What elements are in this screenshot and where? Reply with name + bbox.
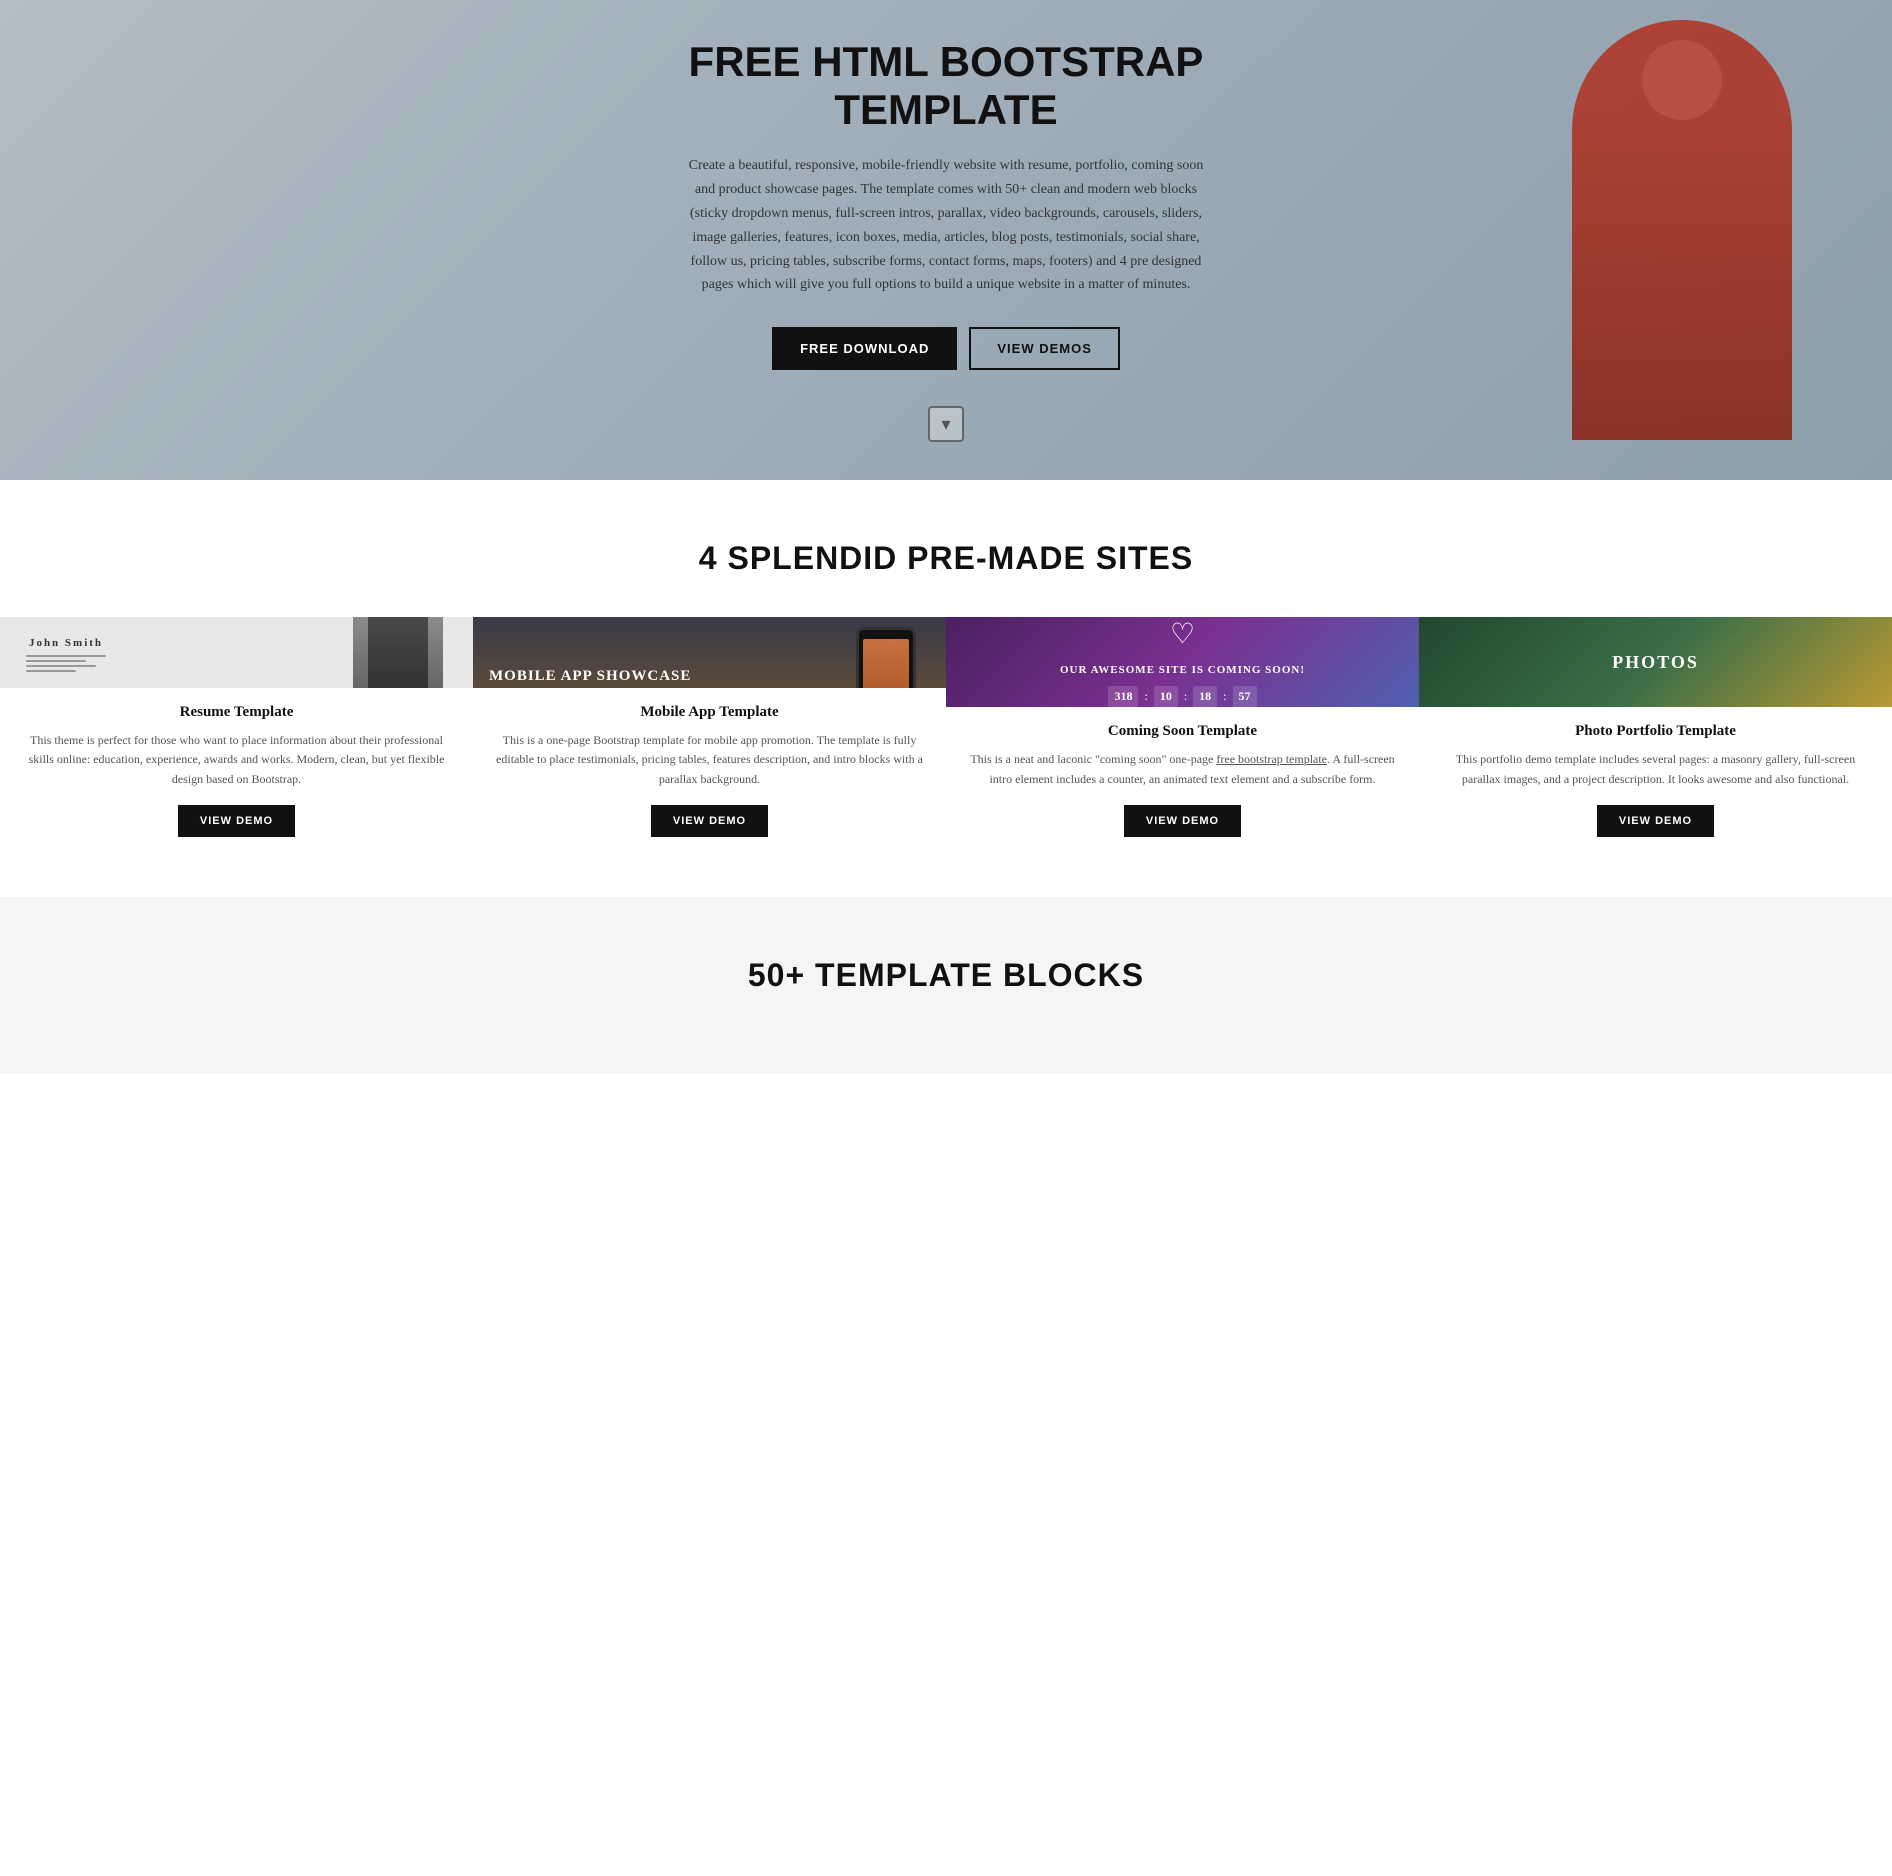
hero-section: FREE HTML BOOTSTRAP TEMPLATE Create a be… (0, 0, 1892, 480)
counter-days: 318 (1108, 686, 1138, 707)
resume-lines (26, 655, 106, 672)
resume-thumb-text: John Smith (16, 637, 106, 672)
resume-name-label: John Smith (26, 637, 106, 649)
blocks-section: 50+ TEMPLATE BLOCKS (0, 897, 1892, 1074)
counter-sep-1: : (1144, 689, 1147, 704)
hero-description: Create a beautiful, responsive, mobile-f… (686, 154, 1206, 297)
resume-view-demo-button[interactable]: VIEW DEMO (178, 805, 295, 837)
mobile-thumb: MOBILE APP SHOWCASE (473, 617, 946, 688)
resume-silhouette (368, 617, 428, 688)
mobile-app-card: MOBILE APP SHOWCASE Mobile App Template … (473, 617, 946, 857)
cards-grid: John Smith Resume Template This theme is… (0, 617, 1892, 857)
photo-card-desc: This portfolio demo template includes se… (1419, 750, 1892, 788)
coming-counter: 318 : 10 : 18 : 57 (1108, 686, 1256, 707)
hero-content: FREE HTML BOOTSTRAP TEMPLATE Create a be… (666, 38, 1226, 442)
photo-card-name: Photo Portfolio Template (1559, 723, 1752, 740)
resume-card-name: Resume Template (164, 704, 310, 721)
free-download-button[interactable]: FREE DOWNLOAD (772, 327, 957, 370)
resume-photo (353, 617, 443, 688)
scroll-down-button[interactable] (928, 406, 964, 442)
counter-secs: 57 (1233, 686, 1257, 707)
resume-line-3 (26, 665, 96, 667)
photo-view-demo-button[interactable]: VIEW DEMO (1597, 805, 1714, 837)
resume-card-desc: This theme is perfect for those who want… (0, 731, 473, 789)
blocks-section-title: 50+ TEMPLATE BLOCKS (0, 957, 1892, 994)
photo-portfolio-card: PHOTOS Photo Portfolio Template This por… (1419, 617, 1892, 857)
coming-card-name: Coming Soon Template (1092, 723, 1273, 740)
coming-soon-card: ♡ OUR AWESOME SITE IS COMING SOON! 318 :… (946, 617, 1419, 857)
mobile-view-demo-button[interactable]: VIEW DEMO (651, 805, 768, 837)
coming-link[interactable]: free bootstrap template (1216, 752, 1327, 766)
photo-thumb: PHOTOS (1419, 617, 1892, 707)
premade-section: 4 SPLENDID PRE-MADE SITES John Smith (0, 480, 1892, 897)
counter-sep-2: : (1184, 689, 1187, 704)
mobile-phone-screen (863, 639, 909, 688)
hero-figure (1572, 20, 1792, 440)
mobile-card-desc: This is a one-page Bootstrap template fo… (473, 731, 946, 789)
mobile-thumb-title: MOBILE APP SHOWCASE (489, 667, 691, 687)
photo-label: PHOTOS (1612, 652, 1699, 673)
coming-thumb-text: OUR AWESOME SITE IS COMING SOON! (1060, 663, 1305, 678)
hero-buttons: FREE DOWNLOAD VIEW DEMOS (686, 327, 1206, 370)
resume-thumb: John Smith (0, 617, 473, 688)
resume-line-2 (26, 660, 86, 662)
resume-card: John Smith Resume Template This theme is… (0, 617, 473, 857)
hero-title: FREE HTML BOOTSTRAP TEMPLATE (686, 38, 1206, 135)
view-demos-button[interactable]: VIEW DEMOS (969, 327, 1120, 370)
coming-thumb: ♡ OUR AWESOME SITE IS COMING SOON! 318 :… (946, 617, 1419, 707)
resume-line-1 (26, 655, 106, 657)
resume-line-4 (26, 670, 76, 672)
counter-mins: 18 (1193, 686, 1217, 707)
counter-hours: 10 (1154, 686, 1178, 707)
premade-section-title: 4 SPLENDID PRE-MADE SITES (0, 540, 1892, 577)
counter-sep-3: : (1223, 689, 1226, 704)
heart-icon: ♡ (1170, 617, 1195, 651)
mobile-card-name: Mobile App Template (624, 704, 794, 721)
coming-view-demo-button[interactable]: VIEW DEMO (1124, 805, 1241, 837)
coming-card-desc: This is a neat and laconic "coming soon"… (946, 750, 1419, 788)
mobile-phone (856, 627, 916, 688)
